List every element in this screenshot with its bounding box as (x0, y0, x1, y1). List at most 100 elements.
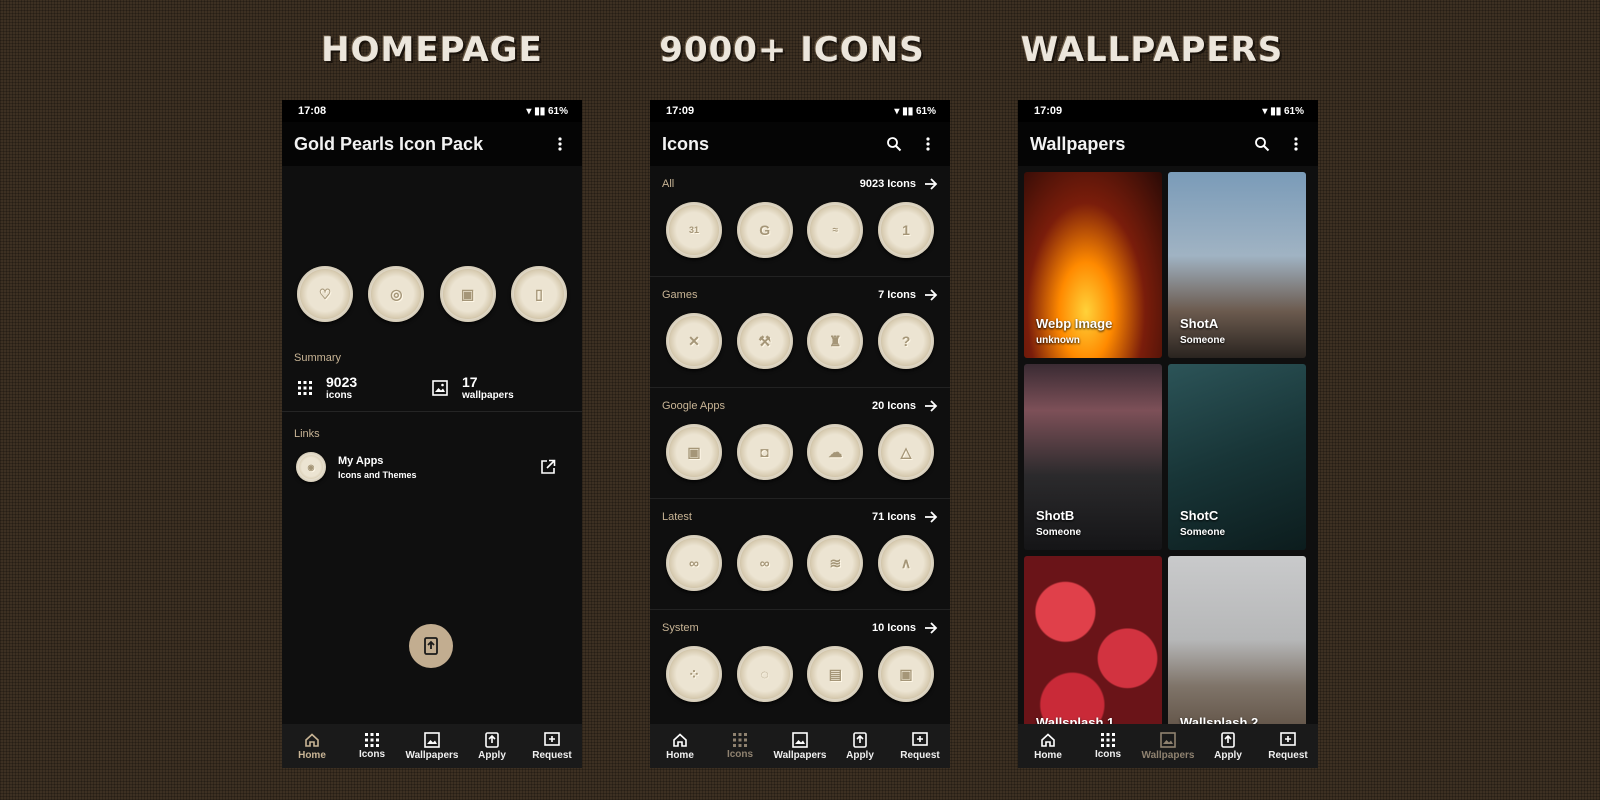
text-app-icon[interactable]: ≈ (807, 202, 864, 258)
page-title: Gold Pearls Icon Pack (294, 133, 484, 154)
apps-system-icon[interactable]: ⁘ (666, 646, 722, 702)
image-icon (1160, 731, 1176, 748)
image-icon (424, 731, 440, 748)
wallpaper-grid: Webp Image unknown ShotA Someone ShotB S… (1018, 166, 1318, 724)
nav-apply-label: Apply (1214, 749, 1242, 761)
calendar-system-icon[interactable]: ▣ (877, 646, 934, 702)
status-time: 17:09 (666, 105, 695, 117)
category-name: All (662, 178, 675, 190)
category-count[interactable]: 20 Icons (872, 400, 938, 412)
latest-app-icon-2[interactable]: ∞ (736, 535, 793, 591)
phone-wallpapers: 17:09 ▾ ▮▮ 61% Wallpapers Webp Image unk… (1018, 100, 1318, 768)
wallpapers-count: 17 (462, 374, 478, 390)
latest-app-icon-1[interactable]: ∞ (666, 535, 722, 591)
nav-apply[interactable]: Apply (462, 731, 522, 761)
phone-icons: 17:09 ▾ ▮▮ 61% Icons All 9023 Icons 31 G… (650, 100, 950, 768)
app-bar: Icons (650, 122, 950, 166)
nav-request[interactable]: Request (1258, 731, 1318, 761)
wallpaper-card[interactable]: Webp Image unknown (1024, 172, 1162, 358)
nav-apply[interactable]: Apply (830, 731, 890, 761)
arrow-right-icon[interactable] (924, 178, 938, 190)
apply-icon (853, 731, 867, 748)
nav-wallpapers[interactable]: Wallpapers (1138, 731, 1198, 761)
nav-request[interactable]: Request (522, 731, 582, 761)
cloud-app-icon[interactable]: ☁ (807, 424, 864, 480)
nav-wallpapers-label: Wallpapers (405, 749, 459, 761)
wallpaper-name: Wallsplash 1 (1036, 715, 1115, 724)
nav-wallpapers[interactable]: Wallpapers (770, 731, 830, 761)
wallpaper-card[interactable]: Wallsplash 1 (1024, 556, 1162, 724)
wallpaper-card[interactable]: ShotC Someone (1168, 364, 1306, 550)
grid-icon (298, 380, 312, 395)
divider (282, 411, 582, 412)
arrow-right-icon[interactable] (924, 400, 938, 412)
wallpaper-card[interactable]: Wallsplash 2 (1168, 556, 1306, 724)
summary-label: Summary (294, 352, 342, 364)
gallery-system-icon[interactable]: ▤ (807, 646, 864, 702)
wallpapers-summary[interactable]: 17 wallpapers (432, 374, 570, 401)
apply-fab-button[interactable] (409, 624, 453, 668)
wallpaper-card[interactable]: ShotB Someone (1024, 364, 1162, 550)
my-apps-link[interactable]: ◉ My Apps Icons and Themes (282, 440, 582, 494)
category-count[interactable]: 7 Icons (878, 289, 938, 301)
wallpaper-name: Wallsplash 2 (1180, 715, 1259, 724)
nav-icons[interactable]: Icons (342, 732, 402, 760)
wallpaper-author: Someone (1180, 335, 1226, 346)
status-battery: ▾ ▮▮ 61% (1262, 105, 1304, 117)
wave-app-icon[interactable]: ≋ (807, 535, 864, 591)
ship-game-icon[interactable]: ♜ (807, 313, 864, 369)
banner-wallpapers: WALLPAPERS (1020, 30, 1284, 70)
calendar-app-icon: ▣ (439, 266, 496, 322)
my-apps-icon: ◉ (296, 452, 326, 482)
arrow-right-icon[interactable] (924, 622, 938, 634)
icons-count-label: icons (326, 390, 353, 401)
nav-home[interactable]: Home (282, 732, 342, 761)
one-app-icon[interactable]: 1 (877, 202, 934, 258)
arch-app-icon[interactable]: ∧ (877, 535, 934, 591)
nav-home-label: Home (298, 749, 326, 761)
category-count[interactable]: 9023 Icons (860, 178, 938, 190)
nav-request[interactable]: Request (890, 731, 950, 761)
wallpapers-count-label: wallpapers (462, 390, 514, 401)
drive-app-icon[interactable]: △ (877, 424, 934, 480)
status-time: 17:08 (298, 105, 327, 117)
health-app-icon: ♡ (297, 266, 353, 322)
more-options-icon[interactable] (1286, 134, 1306, 154)
category-count[interactable]: 71 Icons (872, 511, 938, 523)
calendar-app-icon[interactable]: ▣ (666, 424, 722, 480)
category-count[interactable]: 10 Icons (872, 622, 938, 634)
salut-app-icon[interactable]: 31 (666, 202, 722, 258)
nav-wallpapers[interactable]: Wallpapers (402, 731, 462, 761)
nav-apply[interactable]: Apply (1198, 731, 1258, 761)
wallpaper-card[interactable]: ShotA Someone (1168, 172, 1306, 358)
search-icon[interactable] (1252, 134, 1272, 154)
nav-home[interactable]: Home (650, 732, 710, 761)
tools-game-icon[interactable]: ⚒ (736, 313, 793, 369)
icons-summary[interactable]: 9023 icons (294, 374, 432, 401)
add-box-icon (544, 731, 560, 746)
link-subtitle: Icons and Themes (338, 469, 417, 480)
page-title: Wallpapers (1030, 133, 1126, 154)
wallpaper-name: ShotC (1180, 508, 1219, 523)
home-icon (1041, 732, 1055, 747)
phone-homepage: 17:08 ▾ ▮▮ 61% Gold Pearls Icon Pack ♡ ◎… (282, 100, 582, 768)
open-external-icon[interactable] (540, 459, 556, 475)
browser-system-icon[interactable]: ◌ (736, 646, 793, 702)
category-name: Latest (662, 511, 692, 523)
arrow-right-icon[interactable] (924, 289, 938, 301)
category-games: Games 7 Icons ✕ ⚒ ♜ ? (650, 277, 950, 388)
puzzle-game-icon[interactable]: ? (877, 313, 934, 369)
more-options-icon[interactable] (918, 134, 938, 154)
summary-row: 9023 icons 17 wallpapers (282, 364, 582, 411)
search-icon[interactable] (884, 134, 904, 154)
nav-home[interactable]: Home (1018, 732, 1078, 761)
arrow-right-icon[interactable] (924, 511, 938, 523)
nav-icons[interactable]: Icons (1078, 732, 1138, 760)
more-options-icon[interactable] (550, 134, 570, 154)
sword-game-icon[interactable]: ✕ (666, 313, 722, 369)
nav-icons-label: Icons (1094, 748, 1122, 760)
nav-icons[interactable]: Icons (710, 732, 770, 760)
google-app-icon[interactable]: G (736, 202, 793, 258)
camera-app-icon[interactable]: ◘ (736, 424, 793, 480)
status-battery: ▾ ▮▮ 61% (894, 105, 936, 117)
